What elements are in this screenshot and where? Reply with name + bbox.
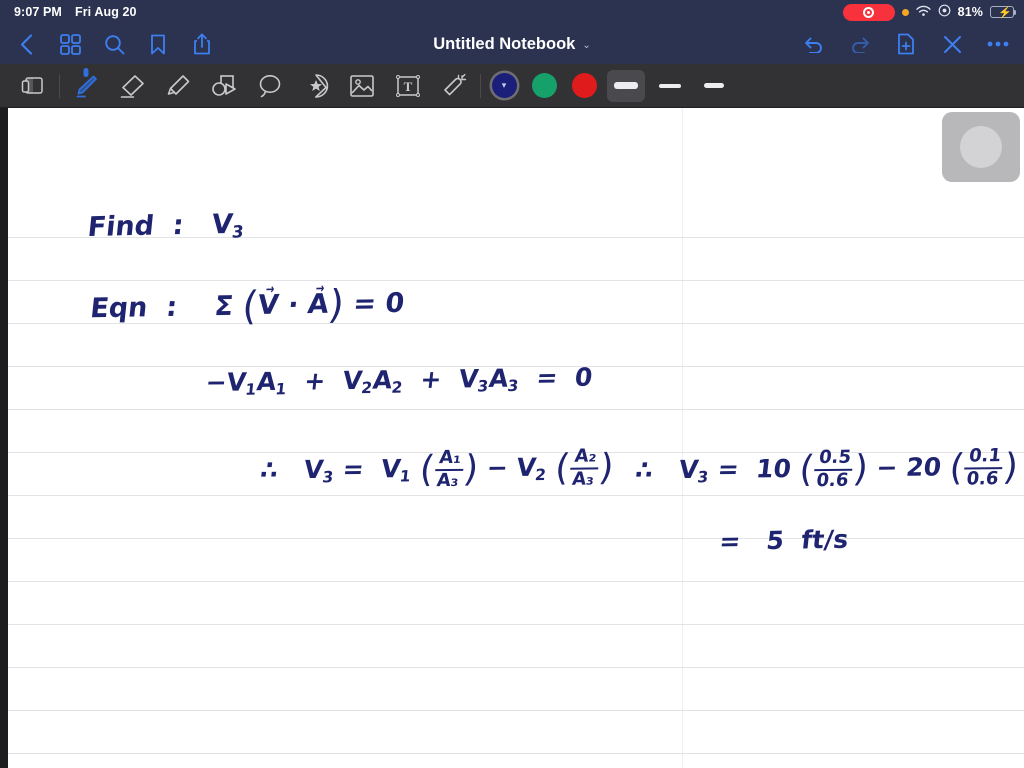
ruled-line: [8, 581, 1024, 582]
wifi-icon: [915, 5, 931, 20]
bookmark-icon[interactable]: [146, 32, 170, 56]
stroke-bar-thin: [704, 83, 724, 88]
highlighter-icon[interactable]: [155, 66, 201, 106]
color-swatch-red[interactable]: [564, 66, 604, 106]
color-swatch-green[interactable]: [524, 66, 564, 106]
battery-charging-icon: ⚡: [990, 6, 1017, 19]
nav-bar: Untitled Notebook ⌄: [0, 24, 1024, 64]
ruled-line: [8, 409, 1024, 410]
ruled-line: [8, 538, 1024, 539]
battery-percent: 81%: [957, 5, 983, 19]
chevron-down-icon: ⌄: [582, 40, 591, 51]
page-panel-icon[interactable]: [10, 66, 56, 106]
ruled-line: [8, 495, 1024, 496]
color-dot-red: [571, 73, 597, 98]
stroke-width-thick[interactable]: [607, 69, 645, 102]
stroke-width-thin[interactable]: [695, 70, 733, 102]
grid-view-icon[interactable]: [58, 32, 82, 56]
ruled-line: [8, 667, 1024, 668]
status-time: 9:07 PM: [14, 5, 62, 19]
image-icon[interactable]: [339, 66, 385, 106]
stroke-bar-medium: [659, 83, 681, 88]
handwriting-line-3: −V1A1 + V2A2 + V3A3 = 0: [204, 362, 594, 399]
ruled-line: [8, 710, 1024, 711]
notebook-title-text: Untitled Notebook: [433, 34, 576, 53]
share-icon[interactable]: [190, 32, 214, 56]
handwriting-line-6: = 5 ft/s: [718, 524, 850, 556]
handwriting-line-5: ∴ V3 = 10 (0.5 0.6) − 20 (0.1 0.6): [633, 444, 1021, 491]
toolbar-divider: [59, 73, 60, 98]
status-bar-right: 81% ⚡: [842, 3, 1017, 21]
laser-pointer-icon[interactable]: [431, 66, 477, 106]
lasso-icon[interactable]: [247, 66, 293, 106]
redo-icon[interactable]: [848, 32, 872, 56]
color-dot-navy: ▾: [491, 73, 517, 98]
text-box-icon[interactable]: T: [385, 66, 431, 106]
handwriting-line-2: Eqn : Σ (V · A) = 0: [88, 281, 406, 332]
toolbar-divider-colors: [480, 73, 481, 98]
status-bar-left: 9:07 PM Fri Aug 20: [14, 5, 137, 19]
notebook-canvas[interactable]: Find : V3 Eqn : Σ (V · A) = 0 −V1A1 + V2…: [0, 108, 1024, 768]
page-left-edge: [0, 108, 8, 768]
svg-text:T: T: [404, 79, 413, 94]
search-icon[interactable]: [102, 32, 126, 56]
scroll-knob: [960, 126, 1002, 168]
orange-privacy-dot: [901, 8, 909, 16]
undo-icon[interactable]: [802, 32, 826, 56]
drawing-toolbar: T ▾: [0, 64, 1024, 108]
stroke-width-medium[interactable]: [651, 70, 689, 102]
ruled-paper[interactable]: Find : V3 Eqn : Σ (V · A) = 0 −V1A1 + V2…: [8, 108, 1024, 768]
tool-selected-indicator: [83, 67, 89, 77]
status-bar: 9:07 PM Fri Aug 20 81% ⚡: [0, 0, 1024, 24]
handwriting-line-1: Find : V3: [86, 208, 245, 243]
page-scroll-handle[interactable]: [942, 112, 1020, 182]
ruled-line: [8, 753, 1024, 754]
back-icon[interactable]: [14, 32, 38, 56]
pen-icon[interactable]: [63, 66, 109, 106]
close-icon[interactable]: [940, 32, 964, 56]
color-swatch-navy[interactable]: ▾: [484, 66, 524, 106]
location-icon: [938, 4, 951, 20]
ruled-line: [8, 280, 1024, 281]
screen-recording-pill[interactable]: [842, 3, 895, 21]
new-page-icon[interactable]: [894, 32, 918, 56]
color-dot-green: [531, 73, 557, 98]
sticker-icon[interactable]: [293, 66, 339, 106]
more-options-icon[interactable]: [986, 32, 1010, 56]
margin-line: [682, 108, 683, 768]
handwriting-line-4: ∴ V3 = V1 (A₁ A₃) − V2 (A₂ A₃): [258, 445, 616, 491]
record-icon: [863, 6, 875, 18]
nav-bar-right: [802, 32, 1010, 56]
eraser-icon[interactable]: [109, 66, 155, 106]
status-date: Fri Aug 20: [74, 5, 137, 19]
shapes-icon[interactable]: [201, 66, 247, 106]
stroke-bar-thick: [614, 82, 638, 89]
chevron-down-icon: ▾: [501, 80, 507, 90]
nav-bar-left: [14, 32, 214, 56]
ruled-line: [8, 624, 1024, 625]
